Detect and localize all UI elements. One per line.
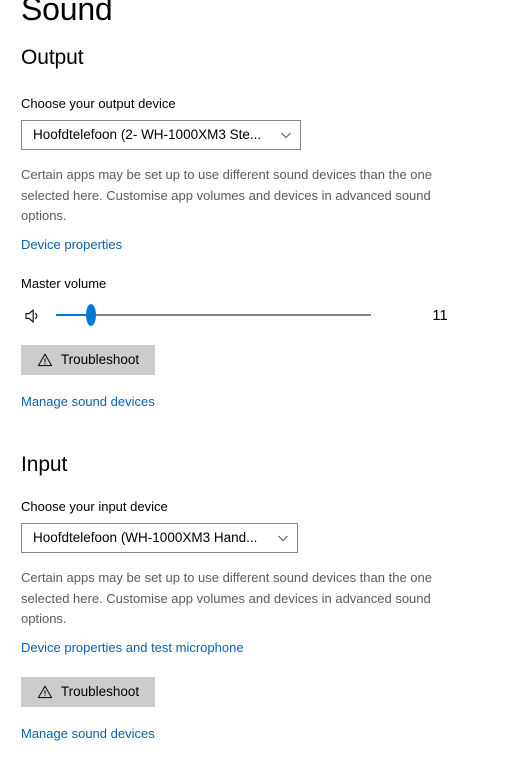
output-device-value: Hoofdtelefoon (2- WH-1000XM3 Ste... xyxy=(33,127,262,142)
output-section-heading: Output xyxy=(21,46,84,69)
input-device-properties-link[interactable]: Device properties and test microphone xyxy=(21,639,244,657)
master-volume-row: 11 xyxy=(0,300,520,332)
chevron-down-icon xyxy=(269,531,297,545)
warning-triangle-icon xyxy=(37,352,53,368)
output-troubleshoot-button[interactable]: Troubleshoot xyxy=(21,345,155,375)
output-device-dropdown[interactable]: Hoofdtelefoon (2- WH-1000XM3 Ste... xyxy=(21,120,301,150)
slider-thumb[interactable] xyxy=(85,304,96,326)
master-volume-slider[interactable] xyxy=(56,304,371,326)
output-device-label: Choose your output device xyxy=(21,96,176,111)
sound-settings-page: Sound Output Choose your output device H… xyxy=(0,0,520,766)
master-volume-label: Master volume xyxy=(21,276,107,291)
page-title: Sound xyxy=(21,0,113,27)
output-manage-sound-devices-link[interactable]: Manage sound devices xyxy=(21,393,155,411)
input-troubleshoot-button[interactable]: Troubleshoot xyxy=(21,677,155,707)
output-troubleshoot-label: Troubleshoot xyxy=(60,352,140,367)
input-device-value: Hoofdtelefoon (WH-1000XM3 Hand... xyxy=(33,530,258,545)
input-description: Certain apps may be set up to use differ… xyxy=(21,570,432,626)
input-manage-sound-devices-link[interactable]: Manage sound devices xyxy=(21,725,155,743)
warning-triangle-icon xyxy=(37,684,53,700)
input-device-label: Choose your input device xyxy=(21,499,168,514)
speaker-volume-low-icon[interactable] xyxy=(23,306,43,326)
input-troubleshoot-label: Troubleshoot xyxy=(60,684,140,699)
chevron-down-icon xyxy=(272,128,300,142)
input-section-heading: Input xyxy=(21,453,68,476)
input-device-dropdown[interactable]: Hoofdtelefoon (WH-1000XM3 Hand... xyxy=(21,523,298,553)
slider-remaining-track xyxy=(90,314,371,316)
master-volume-value: 11 xyxy=(432,307,448,324)
output-device-properties-link[interactable]: Device properties xyxy=(21,236,122,254)
output-description: Certain apps may be set up to use differ… xyxy=(21,167,432,223)
